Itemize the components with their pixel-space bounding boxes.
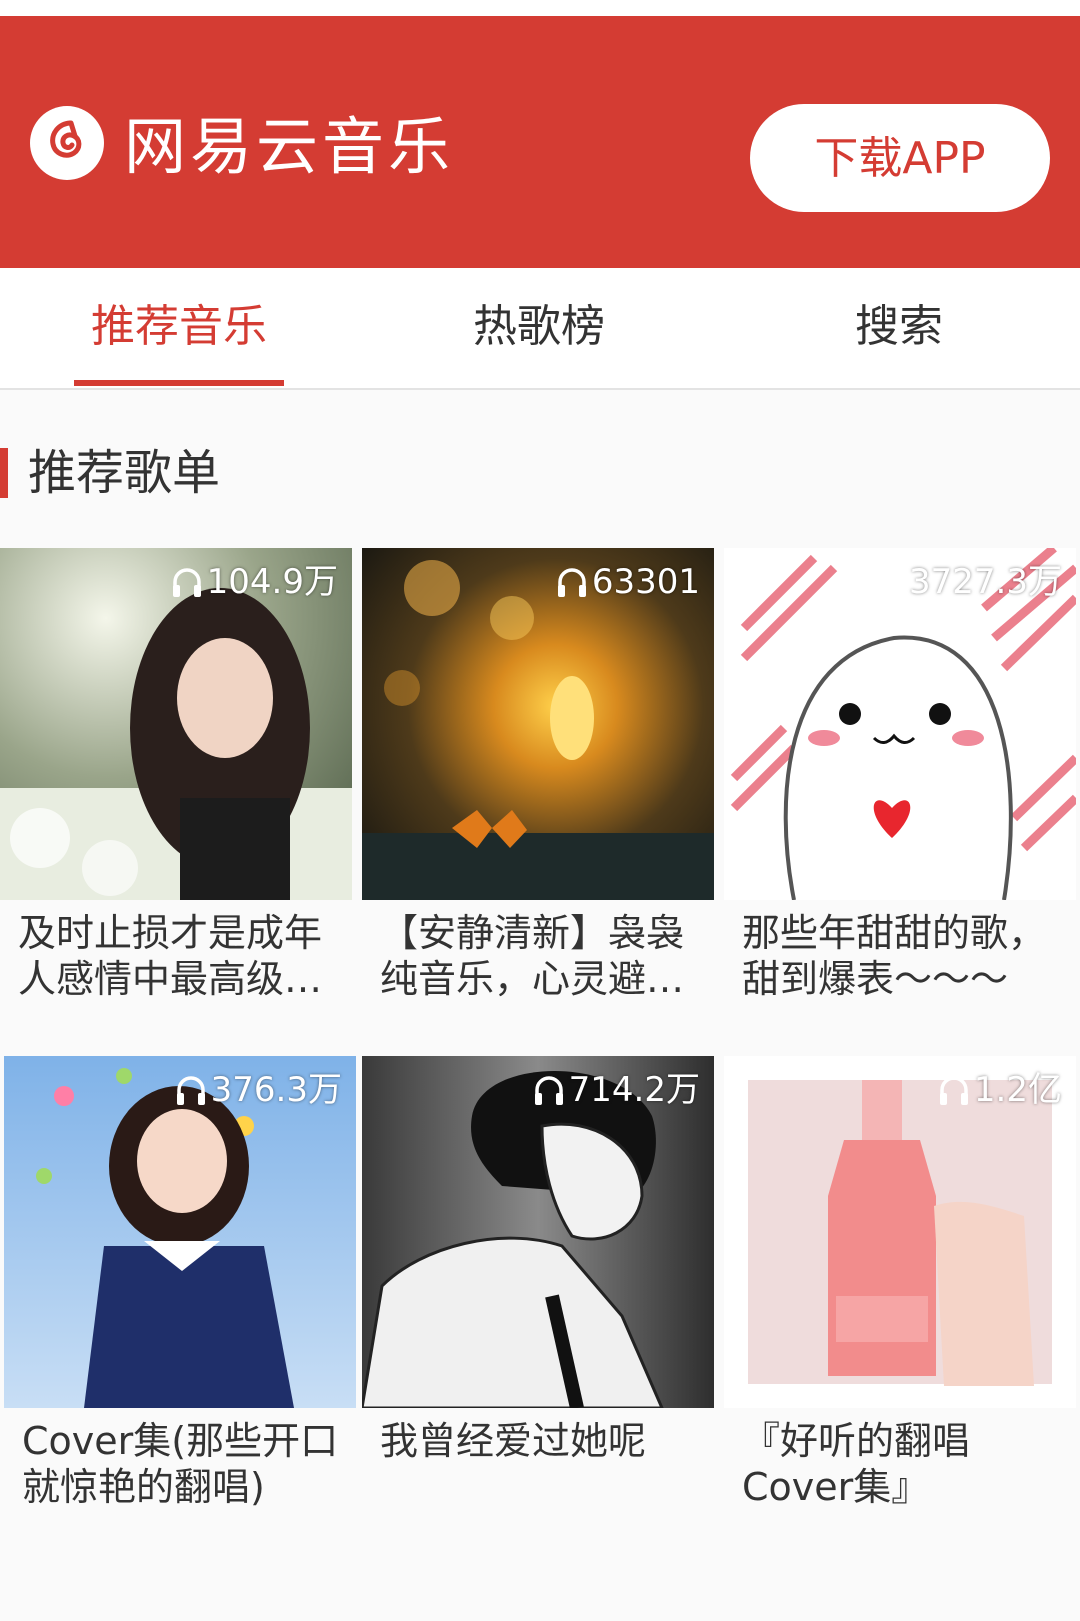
playlist-title[interactable]: Cover集(那些开口就惊艳的翻唱) xyxy=(22,1418,342,1510)
playlist-title[interactable]: 及时止损才是成年人感情中最高级… xyxy=(18,910,338,1002)
tab-hot-songs[interactable]: 热歌榜 xyxy=(394,268,684,386)
play-count-text: 3727.3万 xyxy=(909,562,1062,602)
active-tab-indicator xyxy=(74,380,284,386)
headphones-icon xyxy=(938,1073,970,1107)
tab-recommend[interactable]: 推荐音乐 xyxy=(34,268,324,386)
tab-search[interactable]: 搜索 xyxy=(754,268,1044,386)
headphones-icon xyxy=(175,1073,207,1107)
play-count: 714.2万 xyxy=(533,1070,700,1110)
playlist-title[interactable]: 『好听的翻唱Cover集』 xyxy=(742,1418,1062,1510)
play-count-text: 104.9万 xyxy=(206,562,338,602)
play-count-text: 1.2亿 xyxy=(973,1070,1062,1110)
play-count: 104.9万 xyxy=(171,562,338,602)
play-count-text: 63301 xyxy=(591,562,700,602)
play-count-text: 714.2万 xyxy=(568,1070,700,1110)
page: 网易云音乐 下载APP 推荐音乐 热歌榜 搜索 推荐歌单 104.9万 及时止损… xyxy=(0,0,1080,1621)
play-count: 1.2亿 xyxy=(938,1070,1062,1110)
headphones-icon xyxy=(873,565,905,599)
playlist-title[interactable]: 【安静清新】袅袅纯音乐，心灵避… xyxy=(380,910,700,1002)
headphones-icon xyxy=(556,565,588,599)
headphones-icon xyxy=(171,565,203,599)
download-app-button[interactable]: 下载APP xyxy=(750,104,1050,212)
play-count-text: 376.3万 xyxy=(210,1070,342,1110)
app-header: 网易云音乐 下载APP xyxy=(0,16,1080,268)
play-count: 3727.3万 xyxy=(873,562,1062,602)
headphones-icon xyxy=(533,1073,565,1107)
playlist-title[interactable]: 我曾经爱过她呢 xyxy=(380,1418,700,1464)
section-marker xyxy=(0,448,8,498)
brand-name: 网易云音乐 xyxy=(124,110,455,183)
netease-logo-icon[interactable] xyxy=(30,106,104,180)
tab-bar: 推荐音乐 热歌榜 搜索 xyxy=(0,268,1080,390)
play-count: 63301 xyxy=(556,562,700,602)
playlist-title[interactable]: 那些年甜甜的歌，甜到爆表～～～ xyxy=(742,910,1062,1002)
status-strip xyxy=(0,0,1080,16)
play-count: 376.3万 xyxy=(175,1070,342,1110)
section-title: 推荐歌单 xyxy=(28,445,221,501)
